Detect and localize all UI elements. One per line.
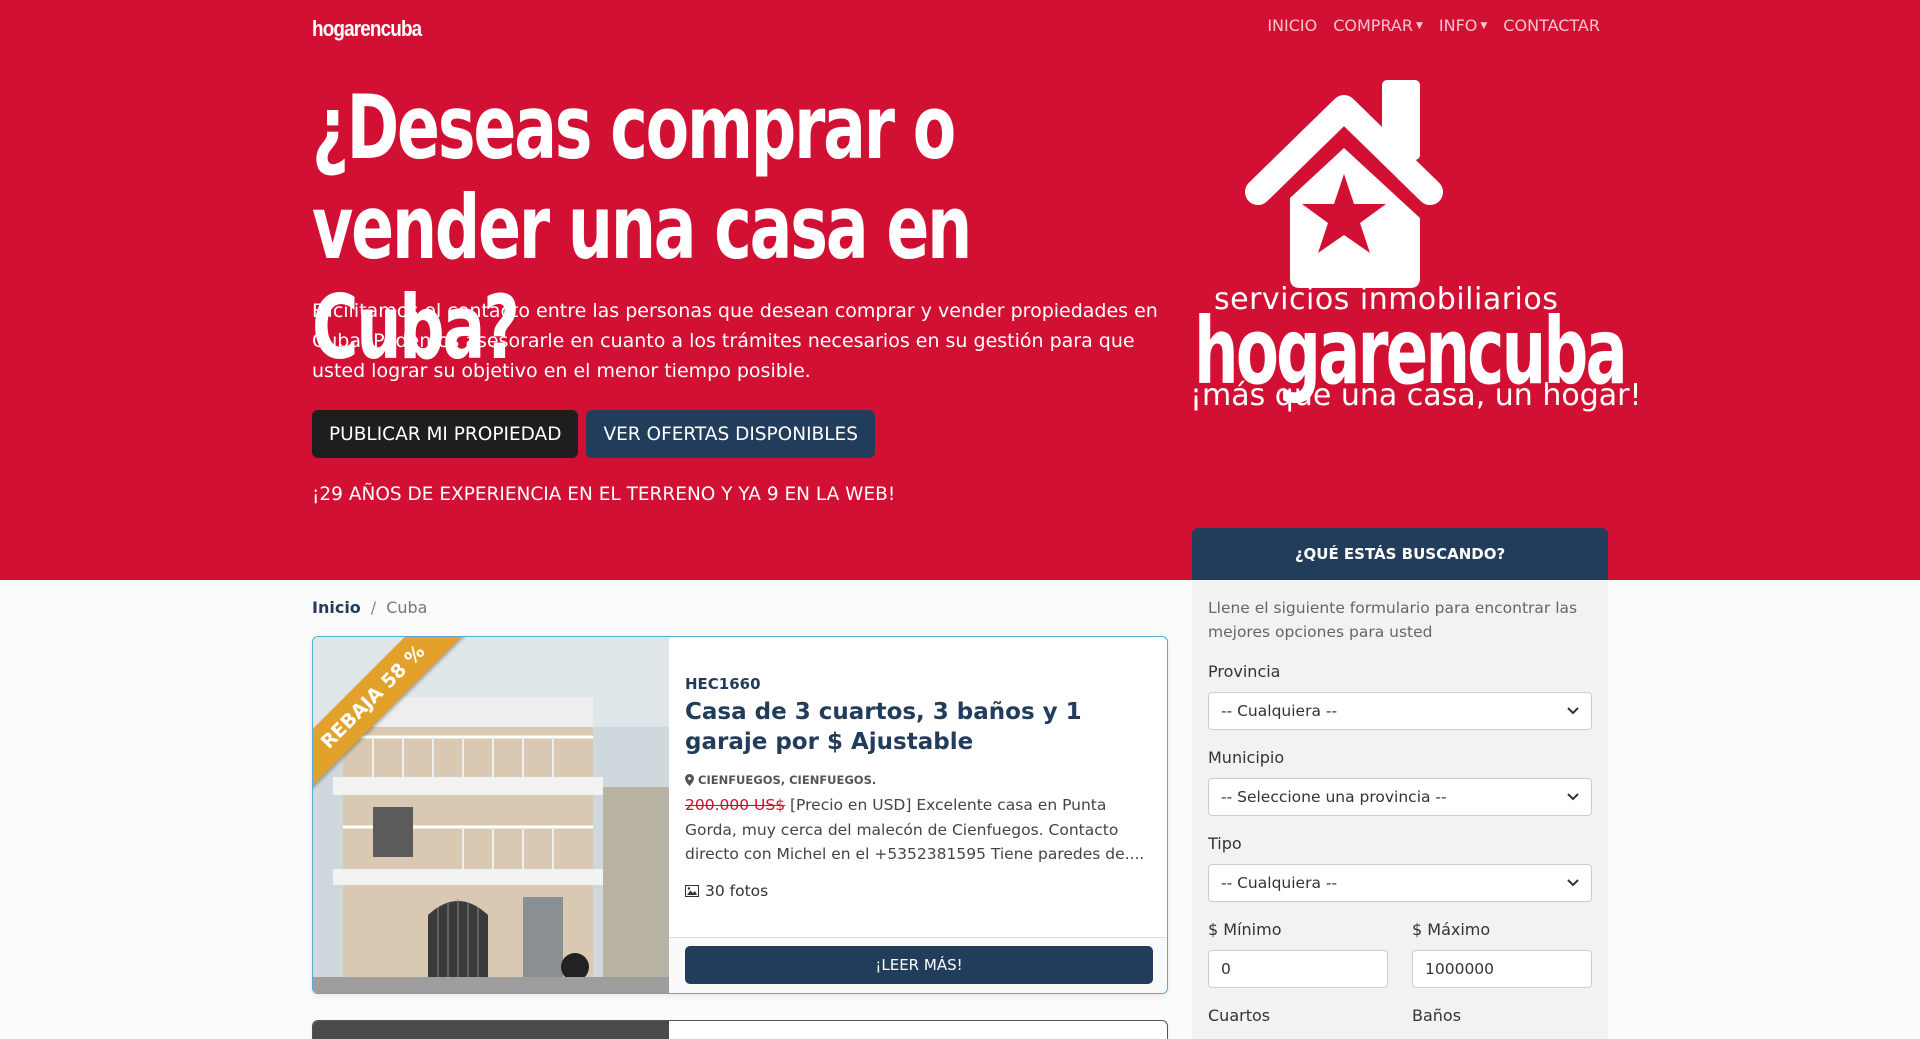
provincia-select-value: -- Cualquiera --: [1221, 702, 1338, 720]
max-price-label: $ Máximo: [1412, 920, 1491, 939]
listing-photo[interactable]: [313, 1021, 669, 1039]
breadcrumb-home-link[interactable]: Inicio: [312, 598, 361, 617]
nav-comprar-label: COMPRAR: [1333, 16, 1413, 35]
publish-property-button[interactable]: PUBLICAR MI PROPIEDAD: [312, 410, 579, 458]
nav-info-label: INFO: [1438, 16, 1478, 35]
listing-card[interactable]: [312, 1020, 1168, 1039]
hero-buttons: PUBLICAR MI PROPIEDAD VER OFERTAS DISPON…: [312, 410, 875, 458]
map-marker-icon: [685, 774, 694, 786]
listing-body: HEC1660 Casa de 3 cuartos, 3 baños y 1 g…: [685, 675, 1153, 900]
chevron-down-icon: [1567, 879, 1579, 887]
municipio-select-value: -- Seleccione una provincia --: [1221, 788, 1447, 806]
hero-description: Facilitamos el contacto entre las person…: [312, 300, 1158, 382]
breadcrumb-separator: /: [370, 598, 377, 617]
main-nav: INICIO COMPRAR ▼ INFO ▼ CONTACTAR: [1267, 16, 1600, 35]
nav-info[interactable]: INFO ▼: [1439, 16, 1487, 35]
listing-photo[interactable]: REBAJA 58 %: [313, 637, 669, 993]
listing-title[interactable]: Casa de 3 cuartos, 3 baños y 1 garaje po…: [685, 697, 1153, 757]
listing-description: 200.000 US$ [Precio en USD] Excelente ca…: [685, 793, 1153, 867]
listing-location: CIENFUEGOS, CIENFUEGOS.: [685, 773, 1153, 787]
listing-code: HEC1660: [685, 675, 761, 693]
max-price-input[interactable]: 1000000: [1412, 950, 1592, 988]
nav-inicio[interactable]: INICIO: [1267, 16, 1317, 35]
listing-location-text: CIENFUEGOS, CIENFUEGOS.: [698, 773, 877, 787]
chevron-down-icon: [1567, 793, 1579, 801]
tipo-select[interactable]: -- Cualquiera --: [1208, 864, 1592, 902]
search-panel-heading: ¿QUÉ ESTÁS BUSCANDO?: [1192, 528, 1608, 580]
image-icon: [685, 884, 699, 897]
nav-inicio-label: INICIO: [1267, 16, 1318, 35]
photo-count-text: 30 fotos: [705, 881, 769, 900]
old-price: 200.000 US$: [685, 796, 786, 814]
listing-card[interactable]: REBAJA 58 % HEC1660 Casa de 3 cuartos, 3…: [312, 636, 1168, 994]
brand-logo-text[interactable]: hogarencuba: [312, 16, 422, 42]
search-intro: Llene el siguiente formulario para encon…: [1208, 599, 1578, 641]
tipo-select-value: -- Cualquiera --: [1221, 874, 1338, 892]
experience-text: ¡29 AÑOS DE EXPERIENCIA EN EL TERRENO Y …: [312, 484, 896, 505]
min-price-label: $ Mínimo: [1208, 920, 1282, 939]
provincia-select[interactable]: -- Cualquiera --: [1208, 692, 1592, 730]
chevron-down-icon: [1567, 707, 1579, 715]
cuartos-label: Cuartos: [1208, 1006, 1271, 1025]
nav-comprar[interactable]: COMPRAR ▼: [1333, 16, 1423, 35]
breadcrumb: Inicio / Cuba: [312, 598, 427, 617]
municipio-select[interactable]: -- Seleccione una provincia --: [1208, 778, 1592, 816]
listing-footer: ¡LEER MÁS!: [669, 937, 1167, 993]
chevron-down-icon: ▼: [1415, 20, 1423, 31]
logo-tagline-bottom: ¡más que una casa, un hogar!: [1190, 378, 1642, 413]
hero-title-line1: ¿Deseas comprar o: [312, 76, 956, 179]
breadcrumb-current: Cuba: [386, 598, 428, 617]
municipio-label: Municipio: [1208, 748, 1285, 767]
min-price-input[interactable]: 0: [1208, 950, 1388, 988]
view-offers-button[interactable]: VER OFERTAS DISPONIBLES: [586, 410, 875, 458]
read-more-button[interactable]: ¡LEER MÁS!: [685, 946, 1153, 984]
photo-count: 30 fotos: [685, 882, 1153, 900]
banos-label: Baños: [1412, 1006, 1462, 1025]
chevron-down-icon: ▼: [1480, 20, 1488, 31]
tipo-label: Tipo: [1208, 834, 1242, 853]
provincia-label: Provincia: [1208, 662, 1281, 681]
nav-contactar[interactable]: CONTACTAR: [1503, 16, 1600, 35]
nav-contactar-label: CONTACTAR: [1503, 16, 1600, 35]
